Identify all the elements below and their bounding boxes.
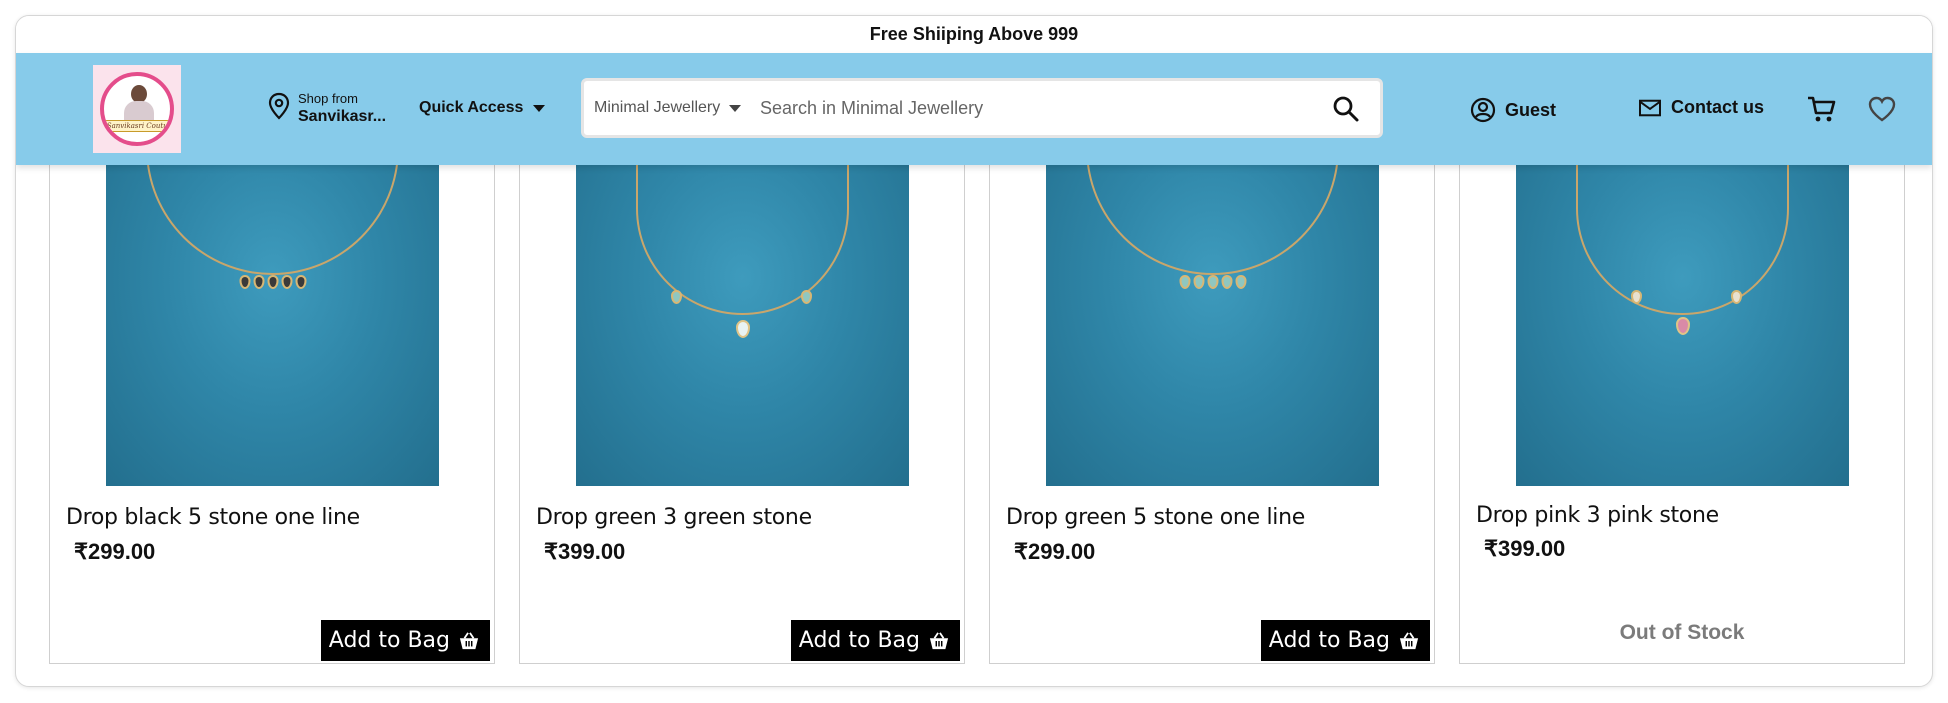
location-pin-icon — [267, 92, 291, 125]
product-price: ₹299.00 — [74, 539, 156, 564]
out-of-stock-label: Out of Stock — [1619, 621, 1745, 644]
wishlist-heart-icon[interactable] — [1867, 95, 1897, 128]
shop-from-value: Sanvikasr... — [298, 108, 387, 125]
guest-label: Guest — [1505, 99, 1557, 120]
product-card[interactable]: Drop green 3 green stone ₹399.00 Add to … — [519, 165, 965, 664]
product-title[interactable]: Drop green 5 stone one line — [1006, 505, 1305, 530]
product-image[interactable] — [1046, 165, 1379, 486]
product-title[interactable]: Drop black 5 stone one line — [66, 505, 360, 530]
add-to-bag-button[interactable]: Add to Bag — [320, 620, 490, 661]
chevron-down-icon — [533, 104, 546, 112]
shop-from-label: Shop from — [298, 91, 358, 106]
brand-logo[interactable]: Sanvikasri Couture — [93, 65, 181, 153]
add-to-bag-button[interactable]: Add to Bag — [1260, 620, 1430, 661]
basket-icon — [459, 631, 479, 649]
account-button[interactable]: Guest — [1470, 97, 1556, 123]
basket-icon — [1399, 631, 1419, 649]
site-header: Sanvikasri Couture Shop from Sanvikasr..… — [16, 53, 1932, 165]
search-bar: Minimal Jewellery — [581, 78, 1383, 138]
chevron-down-icon — [729, 104, 742, 112]
contact-label: Contact us — [1671, 97, 1765, 117]
user-circle-icon — [1470, 97, 1496, 123]
product-image[interactable] — [106, 165, 439, 486]
product-card[interactable]: Drop black 5 stone one line ₹299.00 Add … — [49, 165, 495, 664]
logo-emblem: Sanvikasri Couture — [100, 72, 174, 146]
product-card[interactable]: Drop pink 3 pink stone ₹399.00 Out of St… — [1459, 165, 1905, 664]
product-image[interactable] — [1516, 165, 1849, 486]
add-to-bag-button[interactable]: Add to Bag — [790, 620, 960, 661]
logo-text: Sanvikasri Couture — [104, 120, 170, 132]
quick-access-label: Quick Access — [419, 99, 524, 116]
quick-access-menu[interactable]: Quick Access — [419, 99, 546, 117]
product-title[interactable]: Drop green 3 green stone — [536, 505, 812, 530]
basket-icon — [929, 631, 949, 649]
shop-from-selector[interactable]: Shop from Sanvikasr... — [267, 90, 386, 126]
product-price: ₹399.00 — [544, 539, 626, 564]
product-image[interactable] — [576, 165, 909, 486]
page-frame: Free Shiiping Above 999 Sanvikasri Coutu… — [15, 15, 1933, 687]
search-category-label: Minimal Jewellery — [594, 99, 721, 116]
search-category-dropdown[interactable]: Minimal Jewellery — [594, 99, 760, 117]
announcement-bar: Free Shiiping Above 999 — [16, 16, 1932, 53]
product-price: ₹299.00 — [1014, 539, 1096, 564]
product-price: ₹399.00 — [1484, 536, 1566, 561]
product-card[interactable]: Drop green 5 stone one line ₹299.00 Add … — [989, 165, 1435, 664]
contact-us-link[interactable]: Contact us — [1638, 97, 1764, 118]
cart-icon[interactable] — [1806, 94, 1836, 129]
search-icon[interactable] — [1332, 95, 1360, 123]
search-input[interactable] — [760, 97, 1300, 119]
mail-icon — [1639, 99, 1661, 116]
product-title[interactable]: Drop pink 3 pink stone — [1476, 503, 1719, 528]
